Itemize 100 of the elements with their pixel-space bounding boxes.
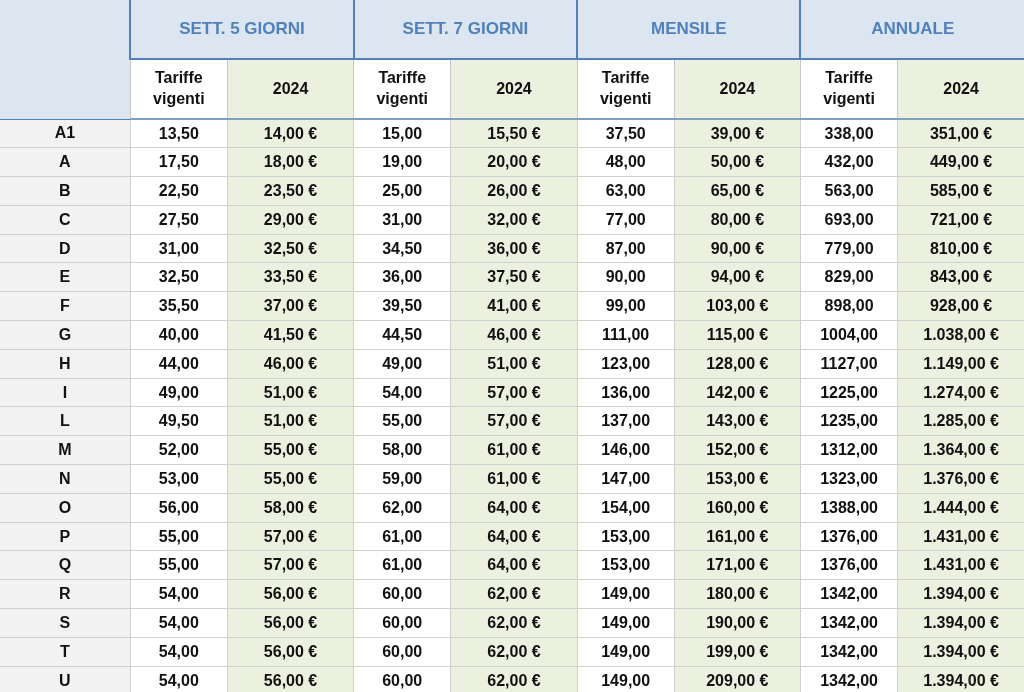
- table-cell: 32,50 €: [227, 234, 354, 263]
- table-cell: 449,00 €: [897, 147, 1024, 177]
- table-cell: 136,00: [577, 378, 675, 407]
- row-header: M: [0, 435, 131, 465]
- table-cell: 55,00 €: [227, 435, 354, 465]
- table-cell: 56,00 €: [227, 579, 354, 609]
- table-cell: 52,00: [130, 435, 228, 465]
- table-cell: 32,50: [130, 263, 228, 292]
- row-header: R: [0, 579, 131, 609]
- table-cell: 36,00 €: [450, 234, 578, 263]
- table-cell: 56,00 €: [227, 666, 354, 692]
- table-cell: 149,00: [577, 608, 675, 638]
- table-cell: 209,00 €: [674, 666, 801, 692]
- table-cell: 1376,00: [800, 550, 898, 580]
- table-cell: 1.149,00 €: [897, 349, 1024, 379]
- row-header: A1: [0, 119, 131, 148]
- table-cell: 62,00 €: [450, 579, 578, 609]
- table-cell: 90,00 €: [674, 234, 801, 263]
- table-cell: 143,00 €: [674, 406, 801, 436]
- table-cell: 63,00: [577, 176, 675, 206]
- table-cell: 153,00: [577, 550, 675, 580]
- table-cell: 149,00: [577, 579, 675, 609]
- row-header: C: [0, 205, 131, 235]
- table-cell: 1.394,00 €: [897, 637, 1024, 667]
- table-cell: 60,00: [353, 579, 451, 609]
- row-header: H: [0, 349, 131, 379]
- table-cell: 46,00 €: [227, 349, 354, 379]
- table-cell: 49,50: [130, 406, 228, 436]
- table-cell: 199,00 €: [674, 637, 801, 667]
- table-cell: 1127,00: [800, 349, 898, 379]
- table-cell: 49,00: [353, 349, 451, 379]
- column-header: Tariffe vigenti: [800, 59, 898, 119]
- table-cell: 721,00 €: [897, 205, 1024, 235]
- column-header: Tariffe vigenti: [130, 59, 228, 119]
- group-header: ANNUALE: [800, 0, 1024, 59]
- table-cell: 62,00: [353, 493, 451, 523]
- table-cell: 15,00: [353, 119, 451, 148]
- table-cell: 161,00 €: [674, 522, 801, 551]
- table-cell: 1.376,00 €: [897, 464, 1024, 494]
- row-header: T: [0, 637, 131, 667]
- table-cell: 56,00 €: [227, 608, 354, 638]
- table-cell: 61,00: [353, 522, 451, 551]
- table-cell: 154,00: [577, 493, 675, 523]
- table-cell: 829,00: [800, 263, 898, 292]
- table-cell: 57,00 €: [450, 378, 578, 407]
- table-cell: 54,00: [353, 378, 451, 407]
- table-cell: 50,00 €: [674, 147, 801, 177]
- row-header: B: [0, 176, 131, 206]
- table-cell: 180,00 €: [674, 579, 801, 609]
- column-header: 2024: [674, 59, 801, 119]
- table-cell: 90,00: [577, 263, 675, 292]
- table-cell: 171,00 €: [674, 550, 801, 580]
- table-cell: 18,00 €: [227, 147, 354, 177]
- table-cell: 1.431,00 €: [897, 550, 1024, 580]
- row-header: Q: [0, 550, 131, 580]
- table-cell: 31,00: [130, 234, 228, 263]
- table-cell: 137,00: [577, 406, 675, 436]
- table-cell: 36,00: [353, 263, 451, 292]
- table-cell: 152,00 €: [674, 435, 801, 465]
- row-header: S: [0, 608, 131, 638]
- row-header: U: [0, 666, 131, 692]
- table-cell: 61,00 €: [450, 435, 578, 465]
- table-cell: 51,00 €: [450, 349, 578, 379]
- table-cell: 153,00 €: [674, 464, 801, 494]
- row-header: G: [0, 320, 131, 350]
- table-cell: 35,50: [130, 291, 228, 321]
- table-cell: 25,00: [353, 176, 451, 206]
- table-cell: 54,00: [130, 666, 228, 692]
- table-cell: 60,00: [353, 666, 451, 692]
- table-cell: 57,00 €: [227, 550, 354, 580]
- table-cell: 53,00: [130, 464, 228, 494]
- row-header: O: [0, 493, 131, 523]
- table-cell: 51,00 €: [227, 406, 354, 436]
- table-cell: 57,00 €: [227, 522, 354, 551]
- table-cell: 48,00: [577, 147, 675, 177]
- table-cell: 111,00: [577, 320, 675, 350]
- table-cell: 693,00: [800, 205, 898, 235]
- table-cell: 64,00 €: [450, 522, 578, 551]
- table-cell: 142,00 €: [674, 378, 801, 407]
- table-cell: 59,00: [353, 464, 451, 494]
- table-cell: 58,00: [353, 435, 451, 465]
- table-cell: 810,00 €: [897, 234, 1024, 263]
- table-cell: 23,50 €: [227, 176, 354, 206]
- table-cell: 1.394,00 €: [897, 579, 1024, 609]
- table-cell: 57,00 €: [450, 406, 578, 436]
- table-cell: 94,00 €: [674, 263, 801, 292]
- row-header: A: [0, 147, 131, 177]
- table-cell: 64,00 €: [450, 493, 578, 523]
- table-cell: 37,00 €: [227, 291, 354, 321]
- table-cell: 103,00 €: [674, 291, 801, 321]
- table-cell: 55,00: [353, 406, 451, 436]
- table-cell: 14,00 €: [227, 119, 354, 148]
- table-cell: 123,00: [577, 349, 675, 379]
- table-cell: 19,00: [353, 147, 451, 177]
- table-cell: 1.274,00 €: [897, 378, 1024, 407]
- row-header: P: [0, 522, 131, 551]
- column-header: Tariffe vigenti: [353, 59, 451, 119]
- table-cell: 1.285,00 €: [897, 406, 1024, 436]
- table-cell: 1312,00: [800, 435, 898, 465]
- column-header: 2024: [897, 59, 1024, 119]
